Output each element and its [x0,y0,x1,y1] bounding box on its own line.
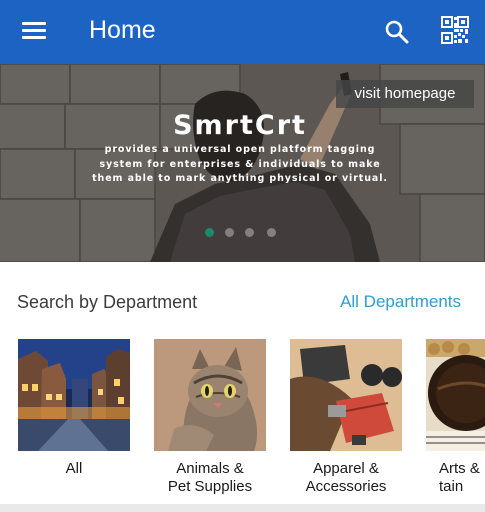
department-label: Arts & tain [439,460,480,495]
all-departments-link[interactable]: All Departments [340,292,461,312]
section-heading: Search by Department [17,292,198,312]
app-bar: Home [0,0,485,64]
department-arts-entertainment[interactable]: Arts & tain [426,339,485,496]
department-image [290,339,402,451]
bottom-divider [0,504,485,512]
visit-homepage-button[interactable]: visit homepage [336,80,474,108]
brand-title: SmrtCrt [173,110,307,141]
qr-code-icon[interactable] [441,16,469,44]
department-label: All [65,460,83,477]
hero-banner[interactable]: visit homepage SmrtCrt provides a univer… [0,64,485,262]
menu-icon[interactable] [22,20,48,42]
carousel-dot[interactable] [225,228,234,237]
page-title: Home [89,16,156,44]
department-image [154,339,266,451]
brand-tagline: provides a universal open platform taggi… [92,144,388,184]
department-all[interactable]: All [18,339,130,478]
department-label: Animals & Pet Supplies [167,460,253,495]
department-label: Apparel & Accessories [305,460,387,495]
carousel-dot[interactable] [245,228,254,237]
department-image [426,339,485,451]
department-image [18,339,130,451]
department-animals-pet-supplies[interactable]: Animals & Pet Supplies [154,339,266,496]
carousel-dot[interactable] [267,228,276,237]
search-icon[interactable] [383,18,411,46]
department-apparel-accessories[interactable]: Apparel & Accessories [290,339,402,496]
carousel-dot[interactable] [205,228,214,237]
